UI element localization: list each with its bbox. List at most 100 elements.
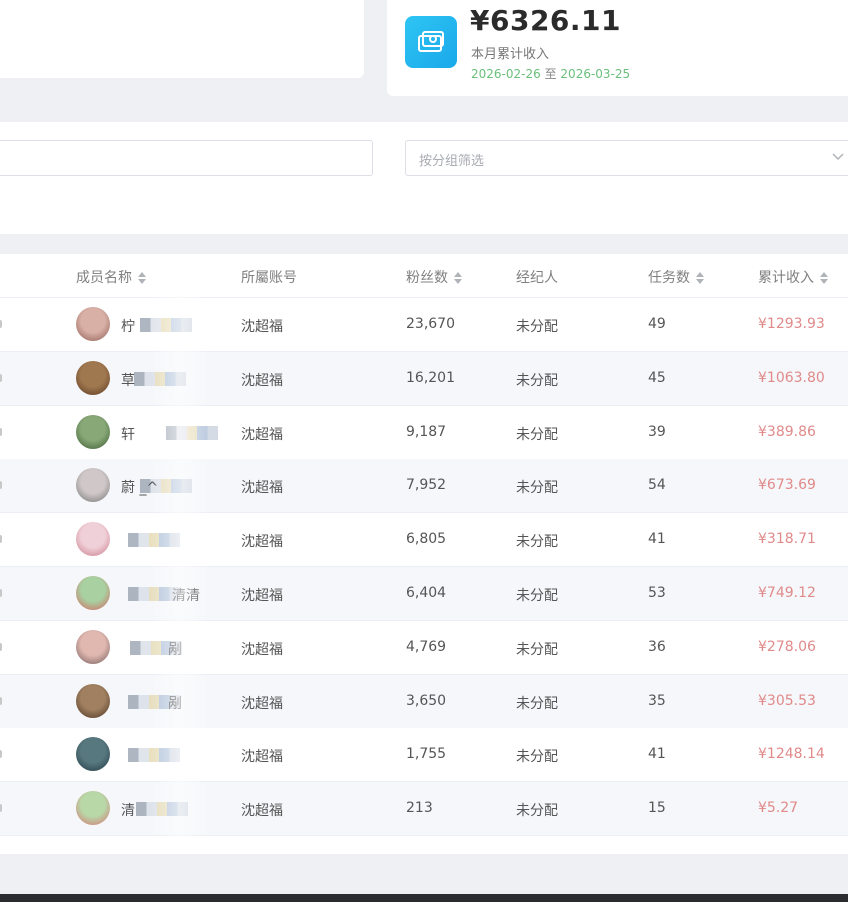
stats-card-left xyxy=(0,0,364,78)
member-name: 轩 xyxy=(121,426,135,443)
tasks-cell: 39 xyxy=(648,423,666,440)
income-cell: ¥5.27 xyxy=(758,800,799,817)
agent-cell: 未分配 xyxy=(516,534,558,551)
agent-cell: 未分配 xyxy=(516,588,558,604)
table-row[interactable]: 轩 沈超福 9,187 未分配 39 ¥389.86 xyxy=(0,405,848,460)
avatar xyxy=(76,414,110,449)
income-cell: ¥389.86 xyxy=(758,423,816,440)
name-mosaic xyxy=(140,318,192,332)
agent-cell: 未分配 xyxy=(516,803,558,820)
search-input[interactable] xyxy=(0,140,373,176)
table-row[interactable]: 草 沈超福 16,201 未分配 45 ¥1063.80 xyxy=(0,351,848,406)
member-name: 清 xyxy=(121,803,135,820)
avatar xyxy=(76,629,110,664)
income-date-range: 2026-02-26 至 2026-03-25 xyxy=(471,65,630,82)
income-cell: ¥318.71 xyxy=(758,531,816,548)
table-row[interactable]: 沈超福 1,755 未分配 41 ¥1248.14 xyxy=(0,728,848,783)
agent-cell: 未分配 xyxy=(516,319,558,335)
account-cell: 沈超福 xyxy=(241,372,283,389)
sort-icon[interactable] xyxy=(454,272,462,284)
account-cell: 沈超福 xyxy=(241,695,283,712)
tasks-cell: 35 xyxy=(648,692,666,709)
account-cell: 沈超福 xyxy=(241,749,283,766)
row-selection-edge[interactable] xyxy=(0,427,2,436)
tasks-cell: 41 xyxy=(648,531,666,548)
sort-icon[interactable] xyxy=(138,272,146,284)
table-row[interactable]: 清 沈超福 213 未分配 15 ¥5.27 xyxy=(0,782,848,837)
member-name: 剐 xyxy=(168,641,182,658)
account-cell: 沈超福 xyxy=(241,426,283,443)
income-cell: ¥673.69 xyxy=(758,477,816,494)
row-selection-edge[interactable] xyxy=(0,750,2,759)
name-mosaic xyxy=(134,371,186,386)
avatar xyxy=(76,683,110,718)
fans-cell: 4,769 xyxy=(406,638,447,655)
member-name: 清清 xyxy=(172,588,200,604)
filter-panel: 按分组筛选 xyxy=(0,122,848,234)
fans-cell: 9,187 xyxy=(406,423,447,440)
avatar xyxy=(76,360,110,395)
tasks-cell: 41 xyxy=(648,746,666,763)
group-filter-select[interactable]: 按分组筛选 xyxy=(405,140,848,176)
income-cell: ¥1293.93 xyxy=(758,316,825,332)
table-row[interactable]: 蔚 _^ 沈超福 7,952 未分配 54 ¥673.69 xyxy=(0,459,848,514)
income-cell: ¥1248.14 xyxy=(758,746,825,763)
members-table: 成员名称 所屬账号 粉丝数 经纪人 任务数 累计收入 柠沈超福 23,670 未分配… xyxy=(0,254,848,854)
column-header-income[interactable]: 累计收入 xyxy=(758,267,828,287)
agent-cell: 未分配 xyxy=(516,641,558,658)
member-name: 剐 xyxy=(168,695,182,712)
row-selection-edge[interactable] xyxy=(0,373,2,382)
table-row[interactable]: 清清 沈超福 6,404 未分配 53 ¥749.12 xyxy=(0,567,848,621)
table-row[interactable]: 剐 沈超福 4,769 未分配 36 ¥278.06 xyxy=(0,620,848,675)
income-cell: ¥278.06 xyxy=(758,638,816,655)
fans-cell: 23,670 xyxy=(406,316,455,332)
fans-cell: 16,201 xyxy=(406,369,455,386)
wallet-icon xyxy=(405,16,457,68)
name-mosaic xyxy=(166,425,218,440)
tasks-cell: 15 xyxy=(648,800,666,817)
table-row[interactable]: 柠 沈超福 23,670 未分配 49 ¥1293.93 xyxy=(0,298,848,352)
avatar xyxy=(76,576,110,610)
sort-icon[interactable] xyxy=(696,272,704,284)
row-selection-edge[interactable] xyxy=(0,589,2,597)
agent-cell: 未分配 xyxy=(516,480,558,497)
agent-cell: 未分配 xyxy=(516,426,558,443)
row-selection-edge[interactable] xyxy=(0,535,2,544)
sort-icon[interactable] xyxy=(820,272,828,284)
agent-cell: 未分配 xyxy=(516,749,558,766)
column-header-account: 所屬账号 xyxy=(241,270,297,286)
tasks-cell: 54 xyxy=(648,477,666,494)
fans-cell: 7,952 xyxy=(406,477,447,494)
row-selection-edge[interactable] xyxy=(0,696,2,705)
name-mosaic xyxy=(128,748,180,763)
avatar xyxy=(76,522,110,557)
table-row[interactable]: 剐 沈超福 3,650 未分配 35 ¥305.53 xyxy=(0,674,848,729)
fans-cell: 3,650 xyxy=(406,692,447,709)
range-start: 2026-02-26 xyxy=(471,67,541,81)
column-header-fans[interactable]: 粉丝数 xyxy=(406,267,462,287)
column-header-name[interactable]: 成员名称 xyxy=(76,267,146,287)
name-mosaic xyxy=(128,533,180,548)
tasks-cell: 53 xyxy=(648,585,666,601)
fans-cell: 213 xyxy=(406,800,433,817)
column-header-tasks[interactable]: 任务数 xyxy=(648,267,704,287)
bottom-edge xyxy=(0,894,848,902)
agent-cell: 未分配 xyxy=(516,372,558,389)
row-selection-edge[interactable] xyxy=(0,642,2,651)
agent-cell: 未分配 xyxy=(516,695,558,712)
table-row[interactable]: 沈超福 6,805 未分配 41 ¥318.71 xyxy=(0,513,848,568)
row-selection-edge[interactable] xyxy=(0,481,2,490)
income-cell: ¥1063.80 xyxy=(758,369,825,386)
table-header: 成员名称 所屬账号 粉丝数 经纪人 任务数 累计收入 xyxy=(0,254,848,298)
account-cell: 沈超福 xyxy=(241,641,283,658)
row-selection-edge[interactable] xyxy=(0,320,2,328)
fans-cell: 1,755 xyxy=(406,746,447,763)
member-name: 草 xyxy=(121,372,135,389)
row-selection-edge[interactable] xyxy=(0,804,2,813)
account-cell: 沈超福 xyxy=(241,534,283,551)
account-cell: 沈超福 xyxy=(241,588,283,604)
avatar xyxy=(76,791,110,826)
member-name: 柠 xyxy=(121,319,135,335)
chevron-down-icon xyxy=(832,153,844,161)
avatar xyxy=(76,737,110,772)
